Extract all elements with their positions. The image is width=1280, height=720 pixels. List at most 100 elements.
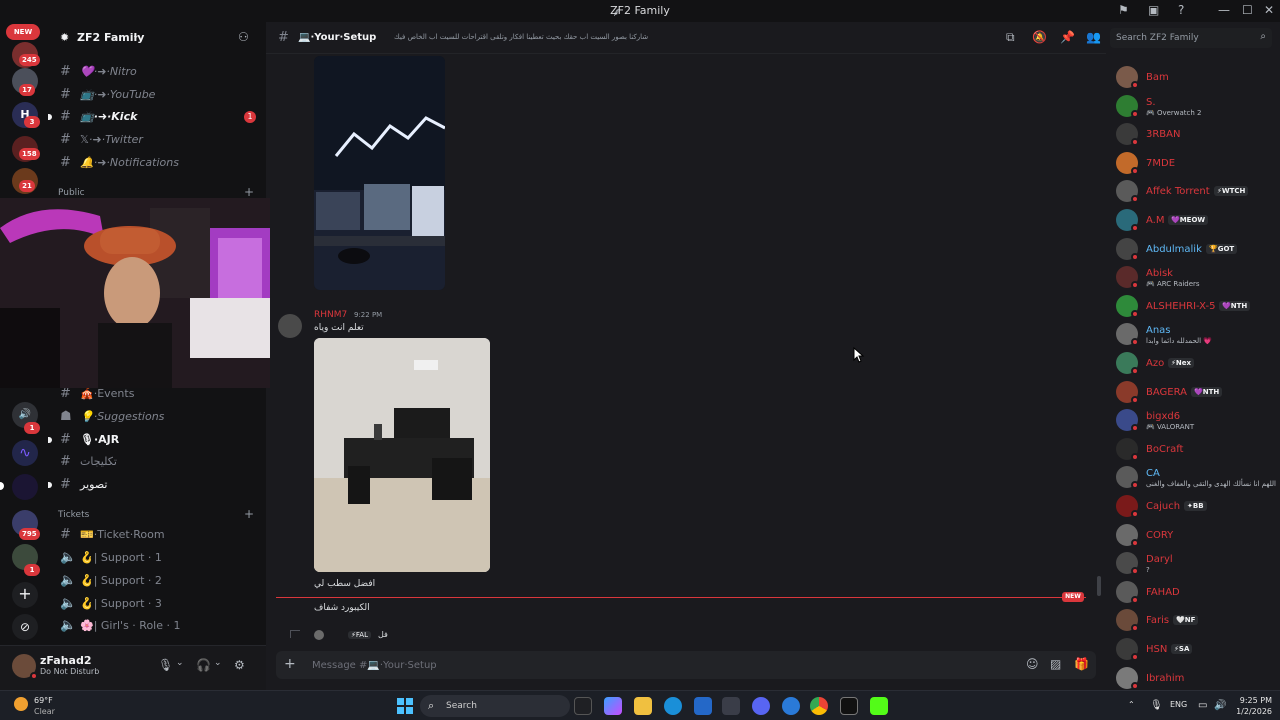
member-item[interactable]: CORY xyxy=(1114,522,1278,548)
member-item[interactable]: 3RBAN xyxy=(1114,121,1278,147)
microphone-icon[interactable]: 🎙 xyxy=(158,658,173,672)
minimize-icon[interactable]: — xyxy=(1218,3,1230,17)
voice-channel-item[interactable]: 🔈 🌸| Girl's · Role · 1 xyxy=(56,616,256,636)
member-item[interactable]: bigxd6 🎮 VALORANT xyxy=(1114,407,1278,433)
app-icon[interactable] xyxy=(722,697,740,715)
maximize-icon[interactable]: ☐ xyxy=(1242,3,1253,17)
emoji-icon[interactable]: ☺ xyxy=(1026,657,1039,671)
screen-share-icon[interactable]: ▣ xyxy=(1148,3,1159,17)
member-item[interactable]: Bam xyxy=(1114,64,1278,90)
edge-icon[interactable] xyxy=(664,697,682,715)
member-tag: 💜NTH xyxy=(1191,386,1223,397)
weather-temperature[interactable]: 69°F xyxy=(34,696,53,705)
inbox-icon[interactable]: ⚑ xyxy=(1118,3,1129,17)
chevron-down-icon[interactable]: ⌄ xyxy=(214,658,222,668)
discord-icon[interactable] xyxy=(752,697,770,715)
copilot-icon[interactable] xyxy=(604,697,622,715)
member-search[interactable]: ⌕ xyxy=(1110,28,1272,48)
channel-item-photography[interactable]: # تصوير xyxy=(48,475,256,495)
help-icon[interactable]: ? xyxy=(1178,3,1184,17)
language-indicator[interactable]: ENG xyxy=(1170,700,1187,709)
taskbar-search[interactable]: ⌕ Search xyxy=(420,695,570,717)
add-channel-icon[interactable]: + xyxy=(244,185,254,199)
chevron-up-icon[interactable]: ⌃ xyxy=(1128,700,1135,709)
channel-item[interactable]: # 🎫·Ticket·Room xyxy=(56,525,256,545)
channel-item-kick[interactable]: # 📺·➜·Kick 1 xyxy=(48,107,256,127)
kick-icon[interactable] xyxy=(870,697,888,715)
server-icon[interactable] xyxy=(12,474,38,500)
setup-photo-attachment[interactable] xyxy=(314,56,445,290)
dnd-status-icon xyxy=(1131,81,1139,89)
threads-icon[interactable]: ⧉ xyxy=(1006,30,1015,45)
member-name: CA xyxy=(1146,468,1160,480)
message-author[interactable]: RHNM7 xyxy=(314,310,347,320)
category-public[interactable]: Public xyxy=(58,188,85,198)
add-channel-icon[interactable]: + xyxy=(244,507,254,521)
server-header[interactable]: ✹ ZF2 Family ⌄ ⚇ xyxy=(48,22,266,54)
search-input[interactable] xyxy=(1116,31,1256,45)
setup-photo-attachment[interactable] xyxy=(314,338,490,572)
category-tickets[interactable]: Tickets xyxy=(58,510,89,520)
member-item[interactable]: HSN ⚡SA xyxy=(1114,636,1278,662)
member-item[interactable]: Azo ⚡Nex xyxy=(1114,350,1278,376)
username[interactable]: zFahad2 xyxy=(40,654,91,667)
member-item[interactable]: Anas الحمدلله دائما وابدا 💗 xyxy=(1114,321,1278,347)
member-item[interactable]: Faris 🤍NF xyxy=(1114,607,1278,633)
channel-item[interactable]: # 🔔·➜·Notifications xyxy=(56,153,256,173)
member-item[interactable]: Abisk 🎮 ARC Raiders xyxy=(1114,264,1278,290)
voice-channel-item[interactable]: 🔈 🪝| Support · 1 xyxy=(56,548,256,568)
member-item[interactable]: Daryl? xyxy=(1114,550,1278,576)
member-item[interactable]: FAHAD xyxy=(1114,579,1278,605)
task-view-icon[interactable] xyxy=(574,697,592,715)
channel-item[interactable]: # تكليجات xyxy=(56,452,256,472)
voice-channel-item[interactable]: 🔈 🪝| Support · 2 xyxy=(56,571,256,591)
member-list-icon[interactable]: 👥 xyxy=(1086,30,1101,44)
member-item[interactable]: ALSHEHRI-X-5 💜NTH xyxy=(1114,293,1278,319)
channel-item[interactable]: # 💜·➜·Nitro xyxy=(56,62,256,82)
new-badge[interactable]: NEW xyxy=(6,24,40,40)
volume-icon[interactable]: 🔊 xyxy=(1214,700,1226,711)
invite-people-icon[interactable]: ⚇ xyxy=(238,30,249,44)
sticker-icon[interactable]: ▨ xyxy=(1050,657,1061,671)
member-item[interactable]: 7MDE xyxy=(1114,150,1278,176)
chevron-down-icon[interactable]: ⌄ xyxy=(176,658,184,668)
attach-plus-icon[interactable]: + xyxy=(284,656,296,672)
add-server-icon[interactable]: + xyxy=(12,582,38,608)
headphones-icon[interactable]: 🎧 xyxy=(196,658,211,672)
notification-bell-icon[interactable]: 🔕 xyxy=(1032,30,1047,44)
capcut-icon[interactable] xyxy=(840,697,858,715)
server-icon[interactable]: ∿ xyxy=(12,440,38,466)
system-clock[interactable]: 9:25 PM 1/2/2026 xyxy=(1228,695,1272,717)
member-item[interactable]: Cajuch ✦BB xyxy=(1114,493,1278,519)
channel-topic[interactable]: شاركنا بصور السيت اب حقك بحيث تعطينا افك… xyxy=(394,33,648,41)
microphone-icon[interactable]: 🎙 xyxy=(1150,700,1163,711)
chrome-icon[interactable] xyxy=(810,697,828,715)
discover-icon[interactable]: ⊘ xyxy=(12,614,38,640)
voice-channel-item[interactable]: 🔈 🪝| Support · 3 xyxy=(56,594,256,614)
member-item[interactable]: BAGERA 💜NTH xyxy=(1114,379,1278,405)
member-item[interactable]: Affek Torrent ⚡WTCH xyxy=(1114,178,1278,204)
member-item[interactable]: A.M 💜MEOW xyxy=(1114,207,1278,233)
member-item[interactable]: Abdulmalik 🏆GOT xyxy=(1114,236,1278,262)
channel-item-ajr[interactable]: # 🎙·AJR xyxy=(48,430,256,450)
file-explorer-icon[interactable] xyxy=(634,697,652,715)
member-item[interactable]: BoCraft xyxy=(1114,436,1278,462)
network-icon[interactable]: ▭ xyxy=(1198,700,1207,711)
member-item[interactable]: Ibrahim xyxy=(1114,665,1278,691)
app-icon[interactable] xyxy=(782,697,800,715)
scrollbar-thumb[interactable] xyxy=(1097,576,1101,596)
channel-item[interactable]: # 📺·➜·YouTube xyxy=(56,85,256,105)
message-input[interactable] xyxy=(312,657,912,673)
channel-item[interactable]: ☗ 💡·Suggestions xyxy=(56,407,256,427)
start-button[interactable] xyxy=(396,697,414,715)
avatar[interactable] xyxy=(278,314,302,338)
gear-icon[interactable]: ⚙ xyxy=(234,658,245,672)
channel-label: 🎙·AJR xyxy=(80,433,120,446)
pin-icon[interactable]: 📌 xyxy=(1060,30,1075,44)
close-icon[interactable]: ✕ xyxy=(1264,3,1274,17)
member-item[interactable]: CA اللهم انا نسألك الهدى والتقى والعفاف و… xyxy=(1114,464,1278,490)
member-item[interactable]: S. 🎮 Overwatch 2 xyxy=(1114,93,1278,119)
channel-item[interactable]: # 𝕏·➜·Twitter xyxy=(56,130,256,150)
store-icon[interactable] xyxy=(694,697,712,715)
gift-icon[interactable]: 🎁 xyxy=(1074,657,1089,671)
